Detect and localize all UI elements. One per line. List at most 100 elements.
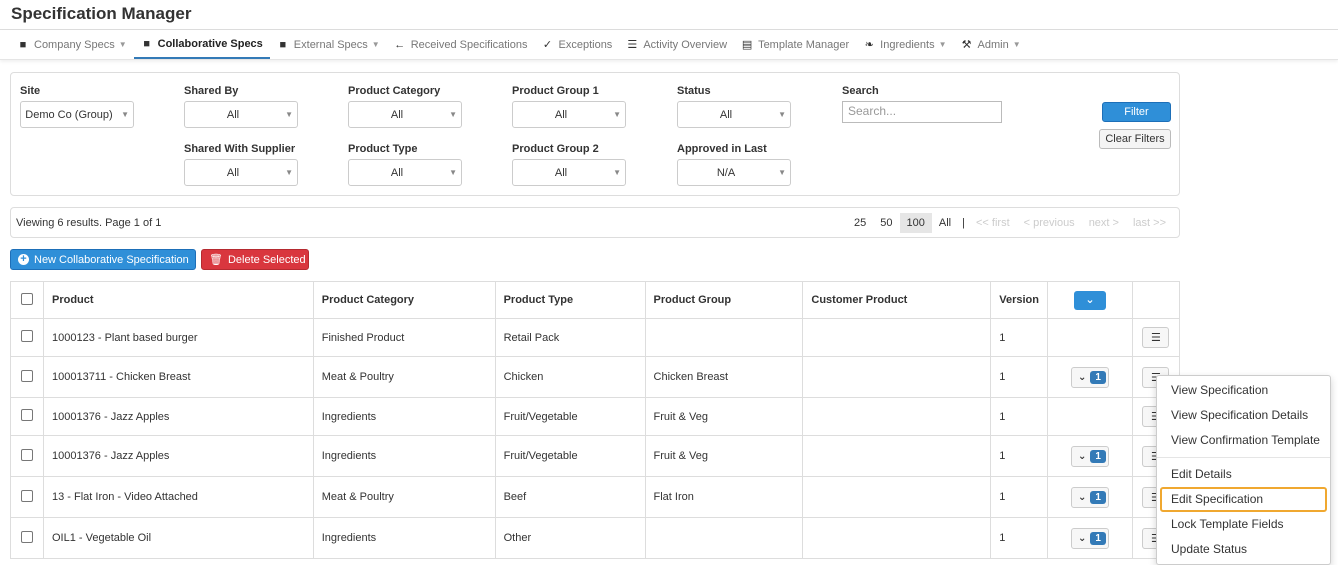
col-product-type[interactable]: Product Type xyxy=(494,281,646,319)
category-cell: Finished Product xyxy=(312,318,496,357)
nav-collaborative-specs[interactable]: ■ Collaborative Specs xyxy=(133,30,270,59)
clear-filters-button[interactable]: Clear Filters xyxy=(1099,129,1171,149)
approved-in-last-select[interactable]: N/A ▼ xyxy=(677,159,791,186)
product-group-1-filter: Product Group 1 All ▼ xyxy=(512,85,626,128)
product-group-1-select[interactable]: All ▼ xyxy=(512,101,626,128)
nav-received-specifications[interactable]: ← Received Specifications xyxy=(387,30,535,59)
menu-item-update-status[interactable]: Update Status xyxy=(1157,537,1330,562)
new-collaborative-spec-button[interactable]: + New Collaborative Specification xyxy=(10,249,196,270)
filter-panel: Site Demo Co (Group) ▼ Shared By All ▼ Pro… xyxy=(10,72,1180,196)
nav-label: Template Manager xyxy=(758,38,850,51)
approved-in-last-value: N/A xyxy=(716,166,736,179)
previous-page-link[interactable]: < previous xyxy=(1017,213,1082,233)
row-checkbox[interactable] xyxy=(20,530,33,543)
table-row[interactable]: 10001376 - Jazz Apples Ingredients Fruit/V… xyxy=(10,397,1181,436)
versions-button[interactable]: ⌄ 1 xyxy=(1070,366,1109,388)
nav-ingredients[interactable]: ❧ Ingredients ▼ xyxy=(856,30,953,59)
group-cell xyxy=(644,517,804,559)
product-type-select[interactable]: All ▼ xyxy=(348,159,462,186)
nav-exceptions[interactable]: ✓ Exceptions xyxy=(535,30,620,59)
status-filter: Status All ▼ xyxy=(677,85,791,128)
nav-external-specs[interactable]: ■ External Specs ▼ xyxy=(270,30,387,59)
product-group-1-label: Product Group 1 xyxy=(512,85,599,97)
delete-selected-button[interactable]: 🗑 Delete Selected xyxy=(201,249,309,270)
nav-admin[interactable]: ⚒ Admin ▼ xyxy=(954,30,1028,59)
nav-label: Collaborative Specs xyxy=(157,37,263,50)
site-select[interactable]: Demo Co (Group) ▼ xyxy=(20,101,134,128)
version-cell: 1 xyxy=(990,435,1048,477)
shared-with-supplier-select[interactable]: All ▼ xyxy=(184,159,298,186)
col-version[interactable]: Version xyxy=(990,281,1048,319)
product-group-1-value: All xyxy=(554,108,568,121)
shared-with-supplier-filter: Shared With Supplier All ▼ xyxy=(184,143,298,186)
search-label: Search xyxy=(842,85,879,97)
table-row[interactable]: 10001376 - Jazz Apples Ingredients Fruit/V… xyxy=(10,435,1181,477)
versions-button[interactable]: ⌄ 1 xyxy=(1070,486,1109,508)
table-row[interactable]: 13 - Flat Iron - Video Attached Meat & Po… xyxy=(10,476,1181,518)
versions-button[interactable]: ⌄ 1 xyxy=(1070,445,1109,467)
page-size-100[interactable]: 100 xyxy=(899,213,932,233)
product-category-select[interactable]: All ▼ xyxy=(348,101,462,128)
dropdown-arrow-icon: ▼ xyxy=(613,168,621,177)
table-row[interactable]: 1000123 - Plant based burger Finished Pro… xyxy=(10,318,1181,357)
main-nav: ■ Company Specs ▼ ■ Collaborative Specs ■ Exte… xyxy=(0,30,1338,60)
version-count-badge: 1 xyxy=(1090,370,1106,384)
versions-button[interactable]: ⌄ 1 xyxy=(1070,527,1109,549)
product-cell: OIL1 - Vegetable Oil xyxy=(42,517,314,559)
table-header-row: Product Product Category Product Type Pr… xyxy=(10,281,1181,319)
menu-item-edit-specification[interactable]: Edit Specification xyxy=(1160,487,1327,512)
leaf-icon: ❧ xyxy=(864,39,874,51)
new-button-label: New Collaborative Specification xyxy=(34,253,189,266)
row-select-cell xyxy=(10,397,44,436)
select-all-checkbox[interactable] xyxy=(20,292,33,305)
nav-activity-overview[interactable]: ☰ Activity Overview xyxy=(619,30,734,59)
versions-cell: ⌄ 1 xyxy=(1046,517,1133,559)
menu-item-view-specification[interactable]: View Specification xyxy=(1157,378,1330,403)
page-size-all[interactable]: All xyxy=(932,213,958,233)
table-row[interactable]: 100013711 - Chicken Breast Meat & Poultry… xyxy=(10,356,1181,398)
dropdown-arrow-icon: ▼ xyxy=(285,110,293,119)
next-page-link[interactable]: next > xyxy=(1082,213,1126,233)
first-page-link[interactable]: << first xyxy=(969,213,1017,233)
page-size-25[interactable]: 25 xyxy=(847,213,873,233)
menu-item-edit-details[interactable]: Edit Details xyxy=(1157,462,1330,487)
col-product-category[interactable]: Product Category xyxy=(312,281,496,319)
category-cell: Ingredients xyxy=(312,435,496,477)
status-select[interactable]: All ▼ xyxy=(677,101,791,128)
search-input[interactable]: Search... xyxy=(842,101,1002,123)
shared-by-select[interactable]: All ▼ xyxy=(184,101,298,128)
delete-button-label: Delete Selected xyxy=(227,253,306,266)
category-cell: Meat & Poultry xyxy=(312,356,496,398)
col-product[interactable]: Product xyxy=(42,281,314,319)
col-product-group[interactable]: Product Group xyxy=(644,281,804,319)
chevron-down-icon[interactable]: ⌄ xyxy=(1073,290,1106,310)
dropdown-arrow-icon: ▼ xyxy=(449,110,457,119)
caret-down-icon: ▼ xyxy=(938,40,947,49)
versions-cell: ⌄ 1 xyxy=(1046,356,1133,398)
results-summary: Viewing 6 results. Page 1 of 1 xyxy=(16,216,162,229)
menu-item-view-specification-details[interactable]: View Specification Details xyxy=(1157,403,1330,428)
product-group-2-select[interactable]: All ▼ xyxy=(512,159,626,186)
menu-item-view-confirmation-template[interactable]: View Confirmation Template xyxy=(1157,428,1330,453)
product-type-label: Product Type xyxy=(348,143,418,155)
row-checkbox[interactable] xyxy=(20,489,33,502)
row-checkbox[interactable] xyxy=(20,409,33,421)
row-actions-button[interactable]: ☰ xyxy=(1142,327,1170,348)
briefcase-icon: ■ xyxy=(19,38,27,51)
last-page-link[interactable]: last >> xyxy=(1126,213,1173,233)
nav-template-manager[interactable]: ▤ Template Manager xyxy=(734,30,856,59)
row-checkbox[interactable] xyxy=(20,448,33,461)
list-icon: ☰ xyxy=(627,39,638,51)
page-size-50[interactable]: 50 xyxy=(873,213,899,233)
menu-item-lock-template-fields[interactable]: Lock Template Fields xyxy=(1157,512,1330,537)
nav-label: Ingredients xyxy=(880,38,935,51)
col-customer-product[interactable]: Customer Product xyxy=(802,281,992,319)
nav-company-specs[interactable]: ■ Company Specs ▼ xyxy=(10,30,134,59)
filter-button[interactable]: Filter xyxy=(1102,102,1171,122)
row-checkbox[interactable] xyxy=(20,369,33,382)
table-row[interactable]: OIL1 - Vegetable OilIngredientsOther1⌄1☰ xyxy=(10,517,1181,559)
chevron-down-icon: ⌄ xyxy=(1077,450,1087,462)
approved-in-last-label: Approved in Last xyxy=(677,143,767,155)
row-checkbox[interactable] xyxy=(20,330,33,342)
status-label: Status xyxy=(677,85,711,97)
